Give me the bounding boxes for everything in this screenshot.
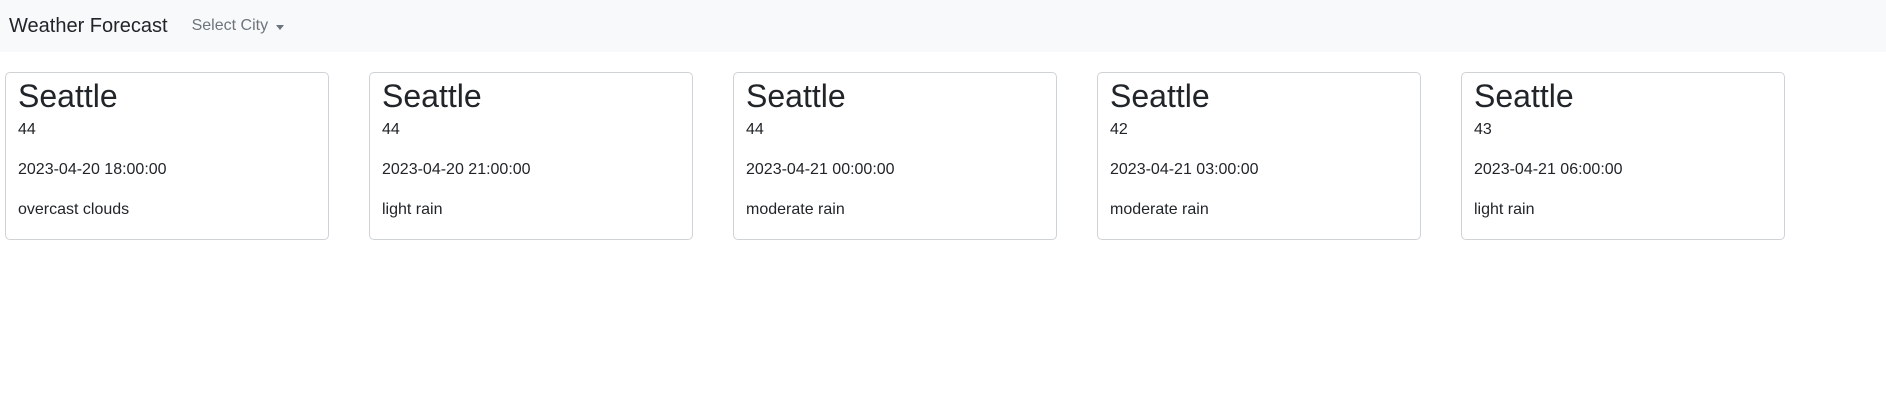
forecast-card: Seattle 44 2023-04-21 00:00:00 moderate …	[733, 72, 1057, 240]
card-temperature: 44	[746, 121, 764, 139]
card-datetime: 2023-04-20 21:00:00	[382, 161, 531, 179]
card-description: light rain	[382, 201, 443, 219]
card-city: Seattle	[746, 78, 846, 114]
card-datetime: 2023-04-21 00:00:00	[746, 161, 895, 179]
forecast-card: Seattle 44 2023-04-20 21:00:00 light rai…	[369, 72, 693, 240]
forecast-card: Seattle 42 2023-04-21 03:00:00 moderate …	[1097, 72, 1421, 240]
card-city: Seattle	[382, 78, 482, 114]
card-datetime: 2023-04-21 03:00:00	[1110, 161, 1259, 179]
card-temperature: 44	[382, 121, 400, 139]
navbar: Weather Forecast Select City	[0, 0, 1886, 52]
card-datetime: 2023-04-20 18:00:00	[18, 161, 167, 179]
card-temperature: 42	[1110, 121, 1128, 139]
forecast-card: Seattle 44 2023-04-20 18:00:00 overcast …	[5, 72, 329, 240]
forecast-cards: Seattle 44 2023-04-20 18:00:00 overcast …	[0, 52, 1886, 410]
card-datetime: 2023-04-21 06:00:00	[1474, 161, 1623, 179]
forecast-card: Seattle 43 2023-04-21 06:00:00 light rai…	[1461, 72, 1785, 240]
card-city: Seattle	[18, 78, 118, 114]
card-description: moderate rain	[1110, 201, 1209, 219]
select-city-label: Select City	[191, 17, 269, 34]
card-temperature: 44	[18, 121, 36, 139]
card-city: Seattle	[1110, 78, 1210, 114]
card-temperature: 43	[1474, 121, 1492, 139]
card-description: light rain	[1474, 201, 1535, 219]
card-city: Seattle	[1474, 78, 1574, 114]
select-city-dropdown[interactable]: Select City	[191, 17, 285, 35]
card-description: overcast clouds	[18, 201, 130, 219]
caret-down-icon	[276, 24, 285, 30]
card-description: moderate rain	[746, 201, 845, 219]
navbar-brand[interactable]: Weather Forecast	[9, 15, 168, 38]
